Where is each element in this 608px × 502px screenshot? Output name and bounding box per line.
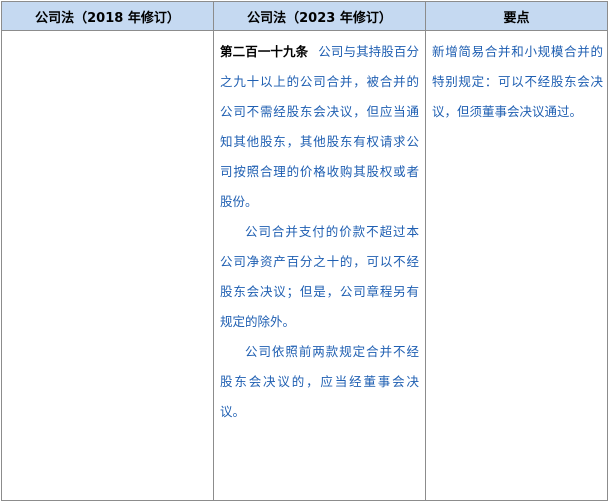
cell-2018	[1, 30, 214, 501]
comparison-table: 公司法（2018 年修订） 公司法（2023 年修订） 要点 第二百一十九条 公司…	[1, 1, 608, 501]
header-points: 要点	[425, 1, 608, 31]
header-row: 公司法（2018 年修订） 公司法（2023 年修订） 要点	[1, 1, 608, 31]
paragraph-1-text: 公司与其持股百分之九十以上的公司合并，被合并的公司不需经股东会决议，但应当通知其…	[220, 44, 419, 209]
paragraph-3: 公司依照前两款规定合并不经股东会决议的，应当经董事会决议。	[220, 344, 419, 419]
article-number: 第二百一十九条	[220, 44, 309, 59]
paragraph-2: 公司合并支付的价款不超过本公司净资产百分之十的，可以不经股东会决议；但是，公司章…	[220, 224, 419, 329]
law-text-2023: 第二百一十九条 公司与其持股百分之九十以上的公司合并，被合并的公司不需经股东会决议…	[214, 31, 425, 427]
cell-2023: 第二百一十九条 公司与其持股百分之九十以上的公司合并，被合并的公司不需经股东会决议…	[213, 30, 426, 501]
header-2023: 公司法（2023 年修订）	[213, 1, 426, 31]
cell-points: 新增简易合并和小规模合并的特别规定：可以不经股东会决议，但须董事会决议通过。	[425, 30, 608, 501]
table-row: 第二百一十九条 公司与其持股百分之九十以上的公司合并，被合并的公司不需经股东会决议…	[1, 30, 608, 501]
points-text: 新增简易合并和小规模合并的特别规定：可以不经股东会决议，但须董事会决议通过。	[432, 44, 603, 119]
header-2018: 公司法（2018 年修订）	[1, 1, 214, 31]
paragraph-1: 第二百一十九条 公司与其持股百分之九十以上的公司合并，被合并的公司不需经股东会决议…	[220, 37, 419, 217]
